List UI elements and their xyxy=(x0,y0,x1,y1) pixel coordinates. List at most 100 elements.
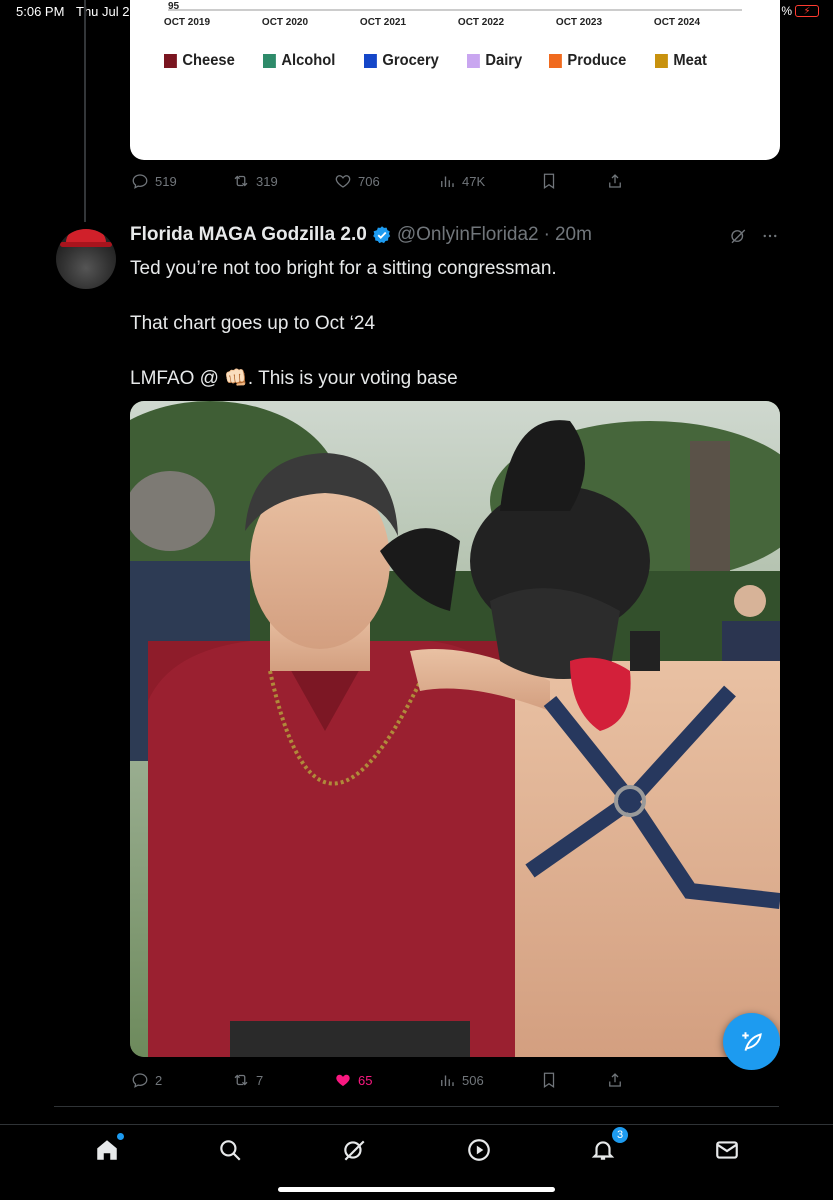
reply-button[interactable]: 519 xyxy=(131,172,177,190)
share-button[interactable] xyxy=(606,172,624,190)
thread-connector-line xyxy=(84,0,86,222)
repost-icon xyxy=(234,175,248,187)
nav-grok[interactable] xyxy=(341,1137,367,1163)
chart-legend-swatch xyxy=(363,54,377,68)
messages-envelope-icon xyxy=(716,1141,738,1159)
compose-feather-icon xyxy=(741,1031,762,1051)
spaces-play-icon xyxy=(468,1139,490,1161)
views-button[interactable]: 47K xyxy=(438,172,485,190)
home-icon xyxy=(97,1140,117,1160)
views-button[interactable]: 506 xyxy=(438,1071,484,1089)
chart-axis: 95 OCT 2019 OCT 2020 OCT 2021 OCT 2022 OCT 20… xyxy=(164,1,742,28)
chart-x-tick-label: OCT 2020 xyxy=(262,17,309,28)
repost-count: 7 xyxy=(256,1072,264,1088)
grok-icon xyxy=(344,1140,365,1161)
battery-icon: ⚡ xyxy=(795,5,819,17)
home-indicator xyxy=(278,1187,555,1192)
like-count: 706 xyxy=(358,173,380,189)
repost-button[interactable]: 319 xyxy=(232,172,278,190)
verified-badge-icon xyxy=(372,226,390,244)
chart-legend-swatch xyxy=(466,54,480,68)
chart-legend-item: Alcohol xyxy=(262,52,336,70)
views-icon xyxy=(441,176,454,187)
heart-filled-icon xyxy=(336,1074,350,1086)
nav-home[interactable] xyxy=(94,1133,124,1163)
chart-x-tick-label: OCT 2021 xyxy=(360,17,407,28)
chart-legend-label: Produce xyxy=(567,52,627,69)
repost-button[interactable]: 7 xyxy=(232,1071,263,1089)
nav-spaces[interactable] xyxy=(466,1137,492,1163)
chart-legend-item: Produce xyxy=(549,52,626,70)
repost-count: 319 xyxy=(256,173,278,189)
display-name[interactable]: Florida MAGA Godzilla 2.0 xyxy=(130,224,367,246)
chart-legend-item: Dairy xyxy=(466,52,523,70)
bookmark-button[interactable] xyxy=(540,172,558,190)
photo-illustration xyxy=(130,401,780,1057)
tweet-line-2: That chart goes up to Oct ‘24 xyxy=(130,313,376,334)
views-icon xyxy=(441,1075,454,1086)
tweet-body: Ted you’re not too bright for a sitting … xyxy=(130,255,557,420)
like-button[interactable]: 65 xyxy=(334,1071,372,1089)
reply-icon xyxy=(132,1073,148,1088)
chart-legend-item: Cheese xyxy=(164,52,235,70)
chart-legend: Cheese Alcohol Grocery Dairy Produce Meat xyxy=(164,52,711,70)
chart-x-tick-label: OCT 2023 xyxy=(556,17,603,28)
more-options-icon[interactable] xyxy=(761,227,779,245)
views-count: 506 xyxy=(462,1072,484,1088)
status-time: 5:06 PM xyxy=(16,4,65,19)
share-icon xyxy=(609,1073,621,1087)
nav-messages[interactable] xyxy=(714,1137,740,1163)
tweet-time[interactable]: 20m xyxy=(555,224,592,246)
user-handle[interactable]: @OnlyinFlorida2 xyxy=(397,224,539,246)
search-icon xyxy=(220,1140,241,1161)
prev-tweet-chart-image[interactable]: 95 OCT 2019 OCT 2020 OCT 2021 OCT 2022 OCT 20… xyxy=(130,0,780,160)
chart-legend-item: Meat xyxy=(655,52,707,70)
notifications-bell-icon xyxy=(591,1141,615,1160)
bookmark-icon xyxy=(543,1072,555,1088)
views-count: 47K xyxy=(462,173,486,189)
tweet-line-1: Ted you’re not too bright for a sitting … xyxy=(130,258,557,279)
chart-x-tick-label: OCT 2022 xyxy=(458,17,505,28)
chart-x-tick-label: OCT 2019 xyxy=(164,17,211,28)
tweet-header-icons xyxy=(729,227,779,245)
chart-y-tick-label: 95 xyxy=(168,1,180,12)
avatar-hat-brim xyxy=(60,242,112,247)
tweet-header: Florida MAGA Godzilla 2.0 @OnlyinFlorida… xyxy=(130,224,592,246)
chart-legend-swatch xyxy=(655,54,668,68)
chart-legend-item: Grocery xyxy=(363,52,439,70)
chart-legend-label: Alcohol xyxy=(281,52,336,69)
reply-icon xyxy=(132,174,148,189)
heart-icon xyxy=(335,175,351,188)
repost-icon xyxy=(234,1074,248,1086)
grok-icon[interactable] xyxy=(729,227,747,245)
avatar[interactable] xyxy=(56,229,116,289)
chart-legend-swatch xyxy=(549,54,562,68)
chart-x-tick-label: OCT 2024 xyxy=(654,17,701,28)
share-button[interactable] xyxy=(606,1071,624,1089)
bookmark-icon xyxy=(543,173,555,189)
like-count: 65 xyxy=(358,1072,373,1088)
feed-divider xyxy=(54,1106,779,1107)
battery-indicator: % ⚡ xyxy=(781,4,819,18)
share-icon xyxy=(609,174,621,188)
chart-legend-swatch xyxy=(164,54,177,68)
nav-search[interactable] xyxy=(217,1137,243,1163)
battery-percent: % xyxy=(781,4,792,18)
chart-legend-swatch xyxy=(262,54,276,68)
compose-post-button[interactable] xyxy=(723,1013,780,1070)
header-separator: · xyxy=(543,224,550,245)
chart-legend-label: Meat xyxy=(673,52,707,69)
notifications-badge: 3 xyxy=(612,1127,628,1143)
home-unread-dot xyxy=(117,1133,124,1140)
bookmark-button[interactable] xyxy=(540,1071,558,1089)
reply-count: 2 xyxy=(155,1072,163,1088)
chart-legend-label: Dairy xyxy=(485,52,523,69)
reply-count: 519 xyxy=(155,173,177,189)
chart-legend-label: Cheese xyxy=(182,52,235,69)
nav-notifications[interactable]: 3 xyxy=(590,1127,628,1163)
tweet-line-3: LMFAO @ 👊🏻. This is your voting base xyxy=(130,368,458,389)
reply-button[interactable]: 2 xyxy=(131,1071,162,1089)
like-button[interactable]: 706 xyxy=(334,172,380,190)
chart-legend-label: Grocery xyxy=(381,52,439,69)
tweet-photo[interactable] xyxy=(130,401,780,1057)
